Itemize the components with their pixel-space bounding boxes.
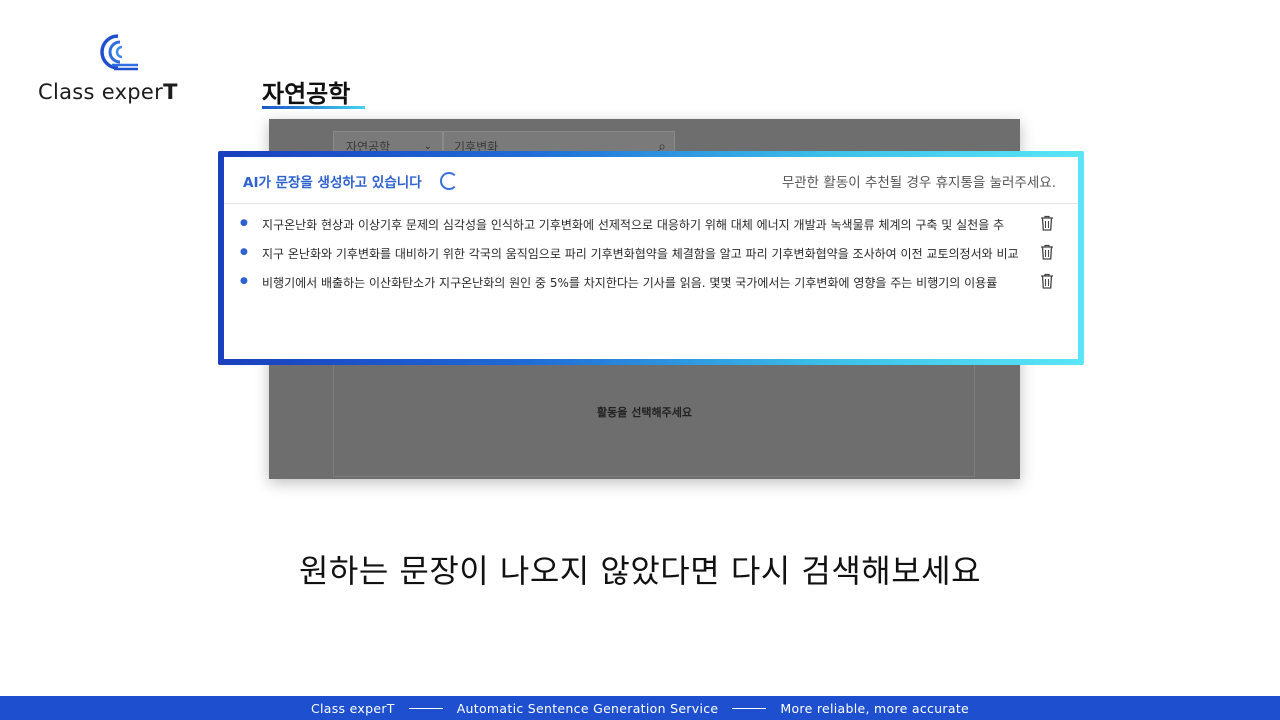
trash-instruction: 무관한 활동이 추천될 경우 휴지통을 눌러주세요. [781,175,1056,191]
trash-icon[interactable] [1040,215,1054,231]
list-item: ● 지구 온난화와 기후변화를 대비하기 위한 각국의 움직임으로 파리 기후변… [224,242,1078,271]
activity-box [333,364,975,477]
class-expert-logo-icon [100,34,138,71]
subject-underline [262,106,365,109]
generation-status: AI가 문장을 생성하고 있습니다 [243,175,422,191]
footer-divider [732,707,767,709]
bullet-icon: ● [240,276,248,286]
sentence-list: ● 지구온난화 현상과 이상기후 문제의 심각성을 인식하고 기후변화에 선제적… [224,213,1078,300]
footer-brand: Class experT [310,700,395,716]
ai-sentence-card: AI가 문장을 생성하고 있습니다 무관한 활동이 추천될 경우 휴지통을 눌러… [218,151,1084,365]
logo-text: Class experT [38,80,178,104]
trash-icon[interactable] [1040,273,1054,289]
brand-logo: Class experT [38,30,208,110]
subject-title: 자연공학 [262,80,351,108]
card-header: AI가 문장을 생성하고 있습니다 무관한 활동이 추천될 경우 휴지통을 눌러… [224,157,1078,204]
footer-tagline: More reliable, more accurate [780,700,970,716]
footer-service: Automatic Sentence Generation Service [456,700,719,716]
trash-icon[interactable] [1040,244,1054,260]
list-item: ● 지구온난화 현상과 이상기후 문제의 심각성을 인식하고 기후변화에 선제적… [224,213,1078,242]
list-item: ● 비행기에서 배출하는 이산화탄소가 지구온난화의 원인 중 5%를 차지한다… [224,271,1078,300]
sentence-text: 비행기에서 배출하는 이산화탄소가 지구온난화의 원인 중 5%를 차지한다는 … [262,276,998,290]
activity-hint: 활동을 선택해주세요 [597,406,692,419]
sentence-text: 지구온난화 현상과 이상기후 문제의 심각성을 인식하고 기후변화에 선제적으로… [262,218,1005,232]
bullet-icon: ● [240,247,248,257]
sentence-text: 지구 온난화와 기후변화를 대비하기 위한 각국의 움직임으로 파리 기후변화협… [262,247,1019,261]
loading-spinner-icon [440,172,458,190]
footer-bar: Class experT Automatic Sentence Generati… [0,696,1280,720]
bullet-icon: ● [240,218,248,228]
footer-divider [408,707,443,709]
subtitle-caption: 원하는 문장이 나오지 않았다면 다시 검색해보세요 [298,552,982,590]
